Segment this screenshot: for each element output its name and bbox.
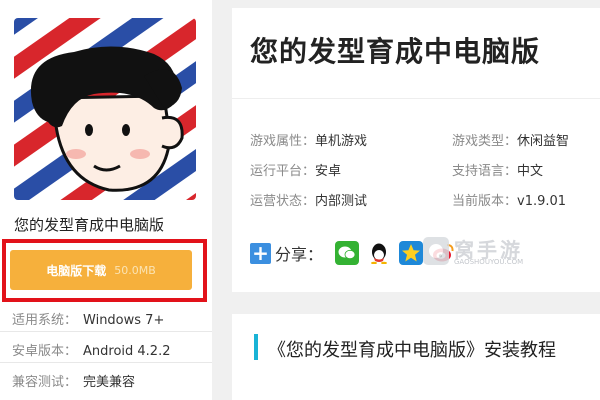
attr-value: 内部测试 [315,194,368,209]
divider [0,331,212,332]
divider [232,98,600,99]
pc-download-button[interactable]: 电脑版下载 50.0MB [10,250,192,290]
attr-key: 当前版本： [452,194,518,209]
attr-key: 运营状态： [250,194,316,209]
attr-value: 安卓 [315,164,342,179]
attr-key: 运行平台： [250,164,316,179]
app-sidebar: 您的发型育成中电脑版 电脑版下载 50.0MB 适用系统： Windows 7+ … [0,0,212,400]
attr-value: 中文 [517,164,544,179]
spec-value: Android 4.2.2 [83,344,171,359]
watermark-logo: 窝手游 GAOSHOUYOU.COM [422,232,540,270]
attr-value: 单机游戏 [315,134,368,149]
spec-value: 完美兼容 [83,375,136,390]
wechat-icon[interactable] [335,241,360,265]
share-label: 分享： [275,245,324,264]
spec-key: 安卓版本： [12,344,78,359]
tutorial-title[interactable]: 《您的发型育成中电脑版》安装教程 [268,336,556,362]
accent-bar [254,334,258,360]
attr-key: 游戏属性： [250,134,316,149]
page-title: 您的发型育成中电脑版 [250,35,541,68]
install-tutorial-card: 《您的发型育成中电脑版》安装教程 [232,314,600,400]
attr-platform: 运行平台：安卓 [250,160,341,179]
spec-value: Windows 7+ [83,313,165,328]
spec-row-compat: 兼容测试： 完美兼容 [12,371,135,390]
spec-row-system: 适用系统： Windows 7+ [12,309,164,328]
attr-key: 支持语言： [452,164,518,179]
spec-key: 适用系统： [12,313,78,328]
spec-key: 兼容测试： [12,375,78,390]
spec-row-android: 安卓版本： Android 4.2.2 [12,340,171,359]
app-icon[interactable] [14,18,196,200]
divider [0,362,212,363]
share-plus-icon[interactable]: + [250,242,271,264]
download-label: 电脑版下载 [46,263,107,278]
attr-value: 休闲益智 [517,134,570,149]
app-name: 您的发型育成中电脑版 [14,216,165,234]
attr-language: 支持语言：中文 [452,160,543,179]
watermark-subtext: GAOSHOUYOU.COM [454,258,524,266]
attr-version: 当前版本：v1.9.01 [452,190,566,209]
qq-icon[interactable] [367,241,392,265]
attr-value: v1.9.01 [517,194,567,209]
attr-game-property: 游戏属性：单机游戏 [250,130,367,149]
attr-key: 游戏类型： [452,134,518,149]
game-info-card: 您的发型育成中电脑版 游戏属性：单机游戏 游戏类型：休闲益智 运行平台：安卓 支… [232,8,600,292]
attr-game-type: 游戏类型：休闲益智 [452,130,569,149]
download-size: 50.0MB [114,263,156,277]
qzone-icon[interactable] [399,241,424,265]
attr-status: 运营状态：内部测试 [250,190,367,209]
